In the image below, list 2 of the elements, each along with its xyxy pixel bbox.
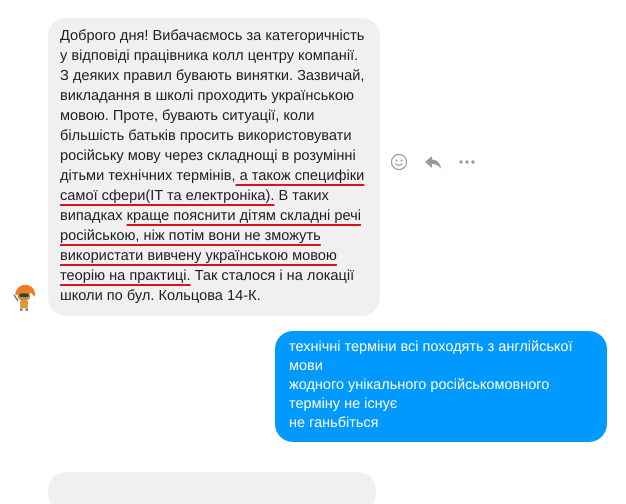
message-line: не ганьбіться [289,414,380,433]
message-text: Доброго дня! Вибачаємось за категоричність у відповіді працівника колл центру компанії. З деяких правил бувають винятки. Зазвичай, викладання в школі проходить українською мовою. Проте, бувають ситуації, коли більшість батьків просить використовувати російську мову через складнощі в розумінні дітьми технічних термінів, а також специфіки самої сфери(IT та електроніка). В таких випадках краще пояснити дітям складні речі російською, ніж потім вони не зможуть використати вивчену українською мовою теорію на практиці. Так сталося і на локації школи по бул. Кольцова 14-К. [60,27,366,306]
